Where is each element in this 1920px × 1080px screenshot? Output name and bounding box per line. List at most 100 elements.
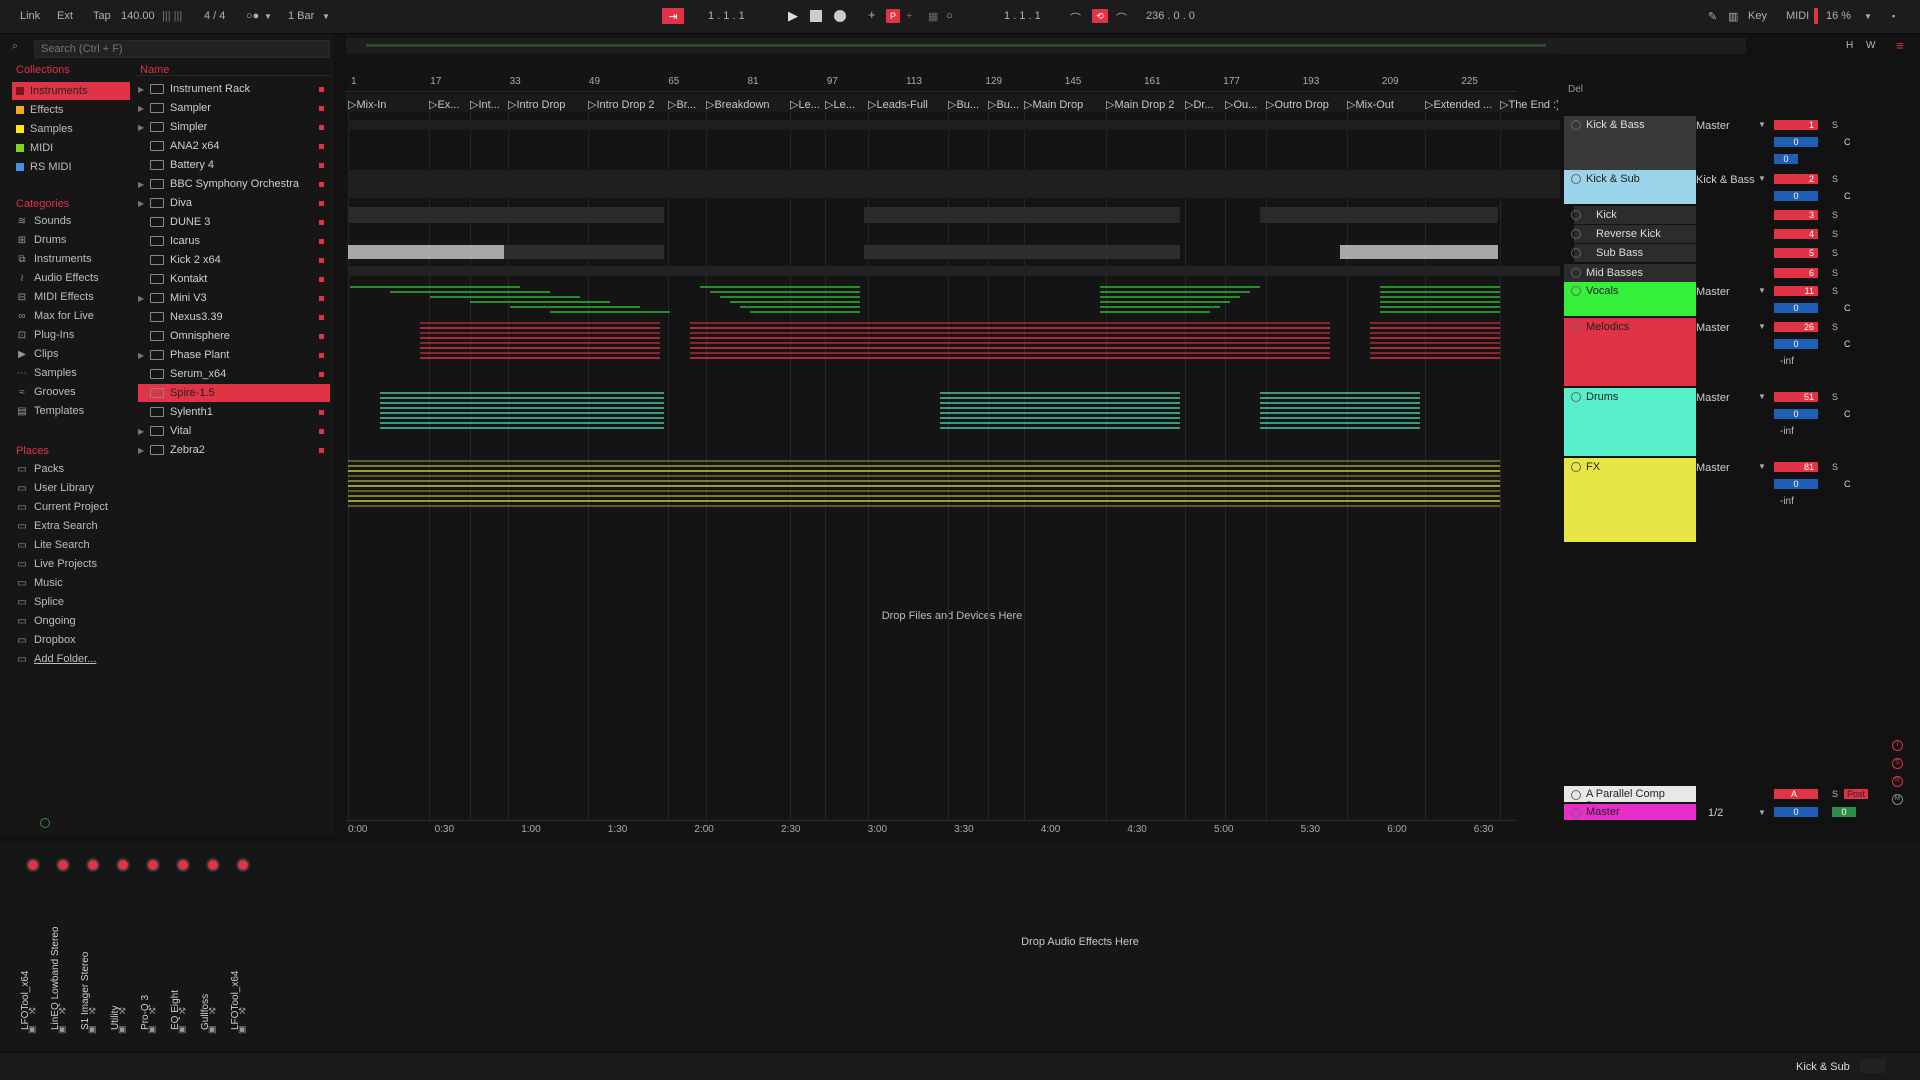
browser-file-item[interactable]: ▶ Mini V3 <box>138 289 330 307</box>
vocal-note[interactable] <box>1100 291 1250 293</box>
vocal-note[interactable] <box>1380 296 1500 298</box>
track-fold-icon[interactable] <box>1571 210 1581 220</box>
track-number[interactable]: 6 <box>1774 268 1818 278</box>
browser-file-item[interactable]: Kick 2 x64 <box>138 251 330 269</box>
master-name-box[interactable]: Master <box>1564 804 1696 820</box>
place-item[interactable]: ▭ Splice <box>16 593 134 611</box>
link-button[interactable]: Link <box>20 10 40 22</box>
track-number[interactable]: 11 <box>1774 286 1818 296</box>
track-header[interactable]: Melodics Master ▼ 26 S 0 C -inf <box>1562 318 1884 386</box>
locator-marker[interactable]: ▷Ex... <box>429 98 467 112</box>
ext-button[interactable]: Ext <box>57 10 73 22</box>
drum-note[interactable] <box>1020 427 1180 429</box>
reverse-kick-clip[interactable] <box>1340 245 1498 259</box>
loop-icon[interactable]: ○ <box>946 10 953 22</box>
melodic-note[interactable] <box>420 342 660 344</box>
browser-file-item[interactable]: ▶ Instrument Rack <box>138 80 330 98</box>
capture-icon[interactable]: ▦ <box>928 10 938 23</box>
drum-note[interactable] <box>1020 392 1180 394</box>
play-button[interactable]: ▶ <box>786 8 800 23</box>
browser-file-item[interactable]: Battery 4 <box>138 156 330 174</box>
automation-arm-button[interactable]: P <box>886 9 900 23</box>
melodic-note[interactable] <box>1260 347 1330 349</box>
melodic-note[interactable] <box>1260 357 1330 359</box>
browser-file-item[interactable]: ANA2 x64 <box>138 137 330 155</box>
volume-field[interactable]: 0 <box>1774 409 1818 419</box>
melodic-note[interactable] <box>420 337 660 339</box>
locator-marker[interactable]: ▷Bu... <box>948 98 986 112</box>
browser-file-item[interactable]: Omnisphere <box>138 327 330 345</box>
track-fold-icon[interactable] <box>1571 248 1581 258</box>
vocal-note[interactable] <box>430 296 580 298</box>
drum-note[interactable] <box>1260 392 1420 394</box>
locator-marker[interactable]: ▷Bu... <box>988 98 1022 112</box>
melodic-note[interactable] <box>1370 322 1500 324</box>
track-number[interactable]: 1 <box>1774 120 1818 130</box>
melodic-note[interactable] <box>690 322 1260 324</box>
drum-note[interactable] <box>380 427 504 429</box>
track-number[interactable]: 81 <box>1774 462 1818 472</box>
sub-bass-clip[interactable] <box>1018 245 1180 259</box>
solo-button[interactable]: S <box>1832 286 1838 296</box>
volume-field[interactable]: 0 <box>1774 191 1818 201</box>
vocal-note[interactable] <box>550 311 670 313</box>
metronome-bars-icon[interactable]: ||| ||| <box>162 10 182 22</box>
device-power-icon[interactable] <box>146 858 160 872</box>
device-power-icon[interactable] <box>116 858 130 872</box>
melodic-note[interactable] <box>420 332 660 334</box>
melodic-note[interactable] <box>420 357 660 359</box>
wrench-icon[interactable]: ⚒ <box>178 1006 186 1017</box>
menu-icon[interactable]: ≡ <box>1896 38 1904 53</box>
device-slot[interactable]: LFOTool_x64 ⚒ ▣ <box>230 856 256 1034</box>
locator-marker[interactable]: ▷Intro Drop 2 <box>588 98 666 112</box>
pan-button[interactable]: C <box>1844 137 1851 147</box>
drum-note[interactable] <box>1260 422 1420 424</box>
locator-marker[interactable]: ▷Le... <box>790 98 822 112</box>
melodic-note[interactable] <box>1370 352 1500 354</box>
device-power-icon[interactable] <box>206 858 220 872</box>
reenable-automation-icon[interactable]: + <box>906 10 912 22</box>
vocal-note[interactable] <box>720 296 860 298</box>
solo-button[interactable]: S <box>1832 462 1838 472</box>
melodic-note[interactable] <box>690 327 1260 329</box>
vocal-note[interactable] <box>350 286 520 288</box>
melodic-note[interactable] <box>690 332 1260 334</box>
loop-length-field[interactable]: 236 . 0 . 0 <box>1146 10 1195 22</box>
track-header[interactable]: FX Master ▼ 81 S 0 C -inf <box>1562 458 1884 542</box>
expand-arrow-icon[interactable]: ▶ <box>138 199 150 208</box>
return-solo-button[interactable]: S <box>1832 789 1838 799</box>
draw-mode-icon[interactable]: ✎ <box>1708 10 1717 23</box>
vocal-note[interactable] <box>1380 311 1500 313</box>
name-column-header[interactable]: Name <box>140 64 169 76</box>
punch-in-icon[interactable]: ⌒ <box>1070 10 1081 26</box>
place-item[interactable]: ▭ Packs <box>16 460 134 478</box>
track-number[interactable]: 4 <box>1774 229 1818 239</box>
kick-clip[interactable] <box>1260 207 1498 223</box>
track-name-box[interactable]: Sub Bass <box>1574 244 1696 262</box>
output-routing-dropdown[interactable]: Master <box>1696 286 1766 298</box>
expand-arrow-icon[interactable]: ▶ <box>138 85 150 94</box>
drum-note[interactable] <box>504 422 664 424</box>
locator-marker[interactable]: ▷Dr... <box>1185 98 1223 112</box>
track-header[interactable]: Kick & Sub Kick & Bass ▼ 2 S 0 C <box>1562 170 1884 204</box>
beat-ruler[interactable] <box>346 70 1516 92</box>
locator-marker[interactable]: ▷Br... <box>668 98 704 112</box>
master-output-dropdown[interactable]: 1/2 <box>1708 807 1778 819</box>
browser-file-item[interactable]: ▶ Sampler <box>138 99 330 117</box>
locator-marker[interactable]: ▷Outro Drop <box>1266 98 1344 112</box>
track-name-box[interactable]: Vocals <box>1564 282 1696 316</box>
browser-file-item[interactable]: DUNE 3 <box>138 213 330 231</box>
drop-audio-effects-area[interactable]: Drop Audio Effects Here <box>900 936 1260 948</box>
melodic-note[interactable] <box>1370 357 1500 359</box>
melodic-note[interactable] <box>1370 347 1500 349</box>
collection-item[interactable]: Effects <box>16 101 134 119</box>
mid-bass-lane[interactable] <box>348 266 1560 276</box>
locator-marker[interactable]: ▷Breakdown <box>706 98 784 112</box>
quantize-dropdown[interactable]: 1 Bar <box>288 10 314 22</box>
melodic-note[interactable] <box>1370 337 1500 339</box>
preview-icon[interactable] <box>40 818 50 828</box>
record-button[interactable] <box>834 10 846 22</box>
place-item[interactable]: ▭ Dropbox <box>16 631 134 649</box>
melodic-note[interactable] <box>690 352 1260 354</box>
browser-file-item[interactable]: Spire-1.5 <box>138 384 330 402</box>
